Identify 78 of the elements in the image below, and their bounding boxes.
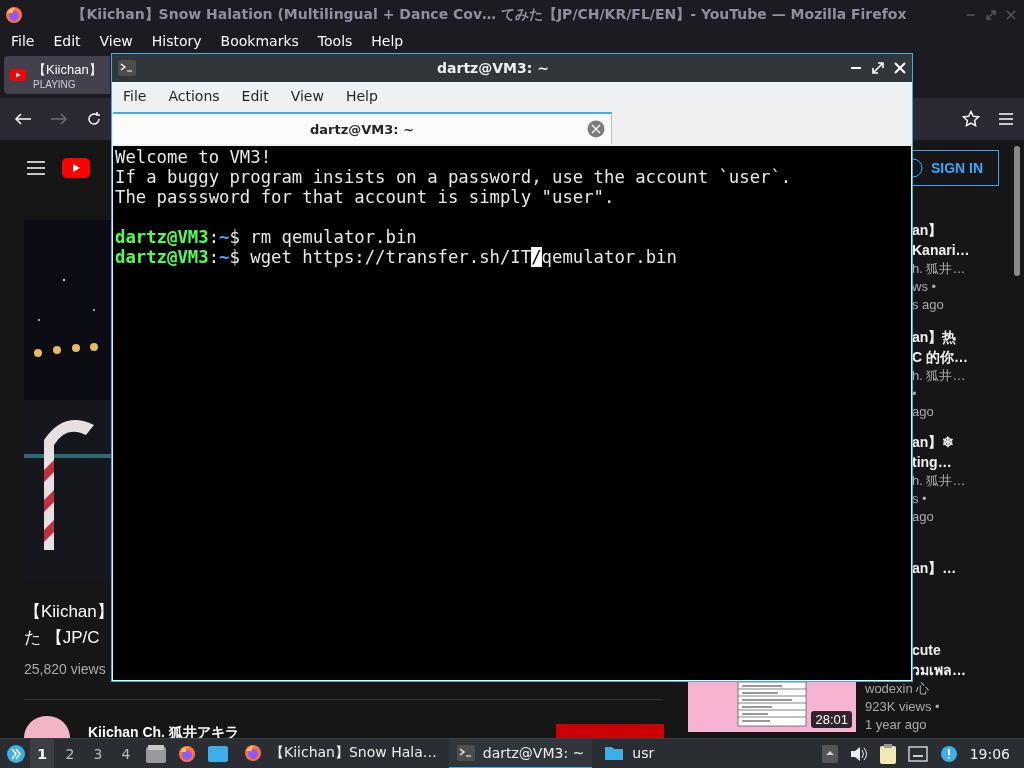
avatar[interactable] <box>24 716 70 738</box>
terminal-line: If a buggy program insists on a password, use the account `user`. <box>114 167 793 187</box>
menu-item[interactable]: Help <box>334 88 389 104</box>
menu-item[interactable]: Edit <box>53 33 81 49</box>
menu-item[interactable]: File <box>112 88 158 104</box>
browser-tab[interactable]: 【Kiichan】 PLAYING <box>4 56 110 94</box>
start-menu-icon[interactable] <box>6 744 26 764</box>
channel-name: h. 狐井… <box>912 472 966 490</box>
terminal-line: dartz@VM3:~$ rm qemulator.bin <box>114 227 418 247</box>
menu-item[interactable]: History <box>151 33 202 49</box>
folder-icon <box>604 745 625 761</box>
menu-icon[interactable] <box>998 112 1014 126</box>
taskbar-button[interactable]: 【Kiichan】Snow Hala… <box>236 739 445 768</box>
video-title[interactable]: Kanari… <box>912 240 970 260</box>
youtube-logo-icon[interactable] <box>62 157 90 178</box>
workspace-button[interactable]: 1 <box>30 739 54 768</box>
terminal-tab[interactable]: dartz@VM3: ~ <box>113 112 612 144</box>
duration-badge: 28:01 <box>811 711 852 728</box>
terminal-line: The passsword for that account is simply "user". <box>114 187 616 207</box>
terminal-icon <box>118 60 136 76</box>
notification-icon[interactable] <box>939 745 958 763</box>
view-count: • <box>912 385 918 403</box>
channel-name: wodexin 心 <box>865 680 931 698</box>
menu-item[interactable]: Bookmarks <box>220 33 299 49</box>
back-icon[interactable] <box>14 112 32 126</box>
firefox-icon[interactable] <box>178 745 196 763</box>
video-title: た 【JP/C <box>24 627 101 649</box>
clock: 19:06 <box>969 746 1010 762</box>
channel-name: h. 狐井… <box>912 260 967 278</box>
file-manager-icon[interactable] <box>146 745 166 763</box>
menu-item[interactable]: File <box>11 33 35 49</box>
video-title[interactable]: an】❄ <box>912 432 966 452</box>
view-count: 923K views • <box>865 698 941 716</box>
network-icon[interactable] <box>907 746 928 762</box>
upload-age: ago <box>912 403 935 421</box>
firefox-icon[interactable] <box>244 744 262 762</box>
menu-item[interactable]: Tools <box>317 33 353 49</box>
terminal-line: dartz@VM3:~$ wget https://transfer.sh/IT/qemulator.bin <box>114 247 678 267</box>
video-title[interactable]: an】热 <box>912 327 968 347</box>
upload-age: ago <box>912 508 935 526</box>
youtube-icon <box>10 69 26 81</box>
star-icon[interactable] <box>962 110 980 128</box>
taskbar-button[interactable]: dartz@VM3: ~ <box>448 739 593 768</box>
workspace-button[interactable]: 4 <box>114 739 138 768</box>
view-count: 25,820 views <box>24 661 107 677</box>
terminal-icon <box>456 745 475 761</box>
account-icon <box>913 157 923 178</box>
reload-icon[interactable] <box>86 111 102 127</box>
upload-age: s ago <box>912 296 945 314</box>
view-count: ws • <box>912 278 938 296</box>
scrollbar[interactable] <box>1014 146 1020 276</box>
window-title: dartz@VM3: ~ <box>436 60 550 76</box>
video-title[interactable]: C 的你… <box>912 347 968 367</box>
menu-item[interactable]: Help <box>371 33 404 49</box>
volume-icon[interactable] <box>849 746 868 762</box>
menu-icon[interactable] <box>26 159 46 176</box>
forward-icon[interactable] <box>50 112 68 126</box>
workspace-button[interactable]: 2 <box>58 739 82 768</box>
upload-age: 1 year ago <box>865 716 928 734</box>
window-title: 【Kiichan】Snow Halation (Multilingual + Dance Cov… てみた【JP/CH/KR/FL/EN】- YouTube — Mozilla Firefox <box>71 6 908 24</box>
view-count: s • <box>912 490 928 508</box>
menu-item[interactable]: View <box>279 88 335 104</box>
workspace-button[interactable]: 3 <box>86 739 110 768</box>
channel-name: h. 狐井… <box>912 367 967 385</box>
taskbar-button[interactable]: usr <box>596 739 663 768</box>
video-title[interactable]: cute <box>912 640 966 660</box>
video-title[interactable]: วมเพล… <box>912 660 966 680</box>
menu-item[interactable]: Edit <box>230 88 280 104</box>
clipboard-icon[interactable] <box>879 744 896 764</box>
expand-icon[interactable] <box>821 745 838 763</box>
video-title[interactable]: an】… <box>912 558 957 578</box>
menu-item[interactable]: Actions <box>157 88 231 104</box>
firefox-icon[interactable] <box>5 6 23 24</box>
video-title[interactable]: ting… <box>912 452 966 472</box>
video-title: 【Kiichan】 <box>24 601 115 623</box>
terminal-line: Welcome to VM3! <box>114 147 273 167</box>
video-title[interactable]: an】 <box>912 220 970 240</box>
menu-item[interactable]: View <box>99 33 133 49</box>
